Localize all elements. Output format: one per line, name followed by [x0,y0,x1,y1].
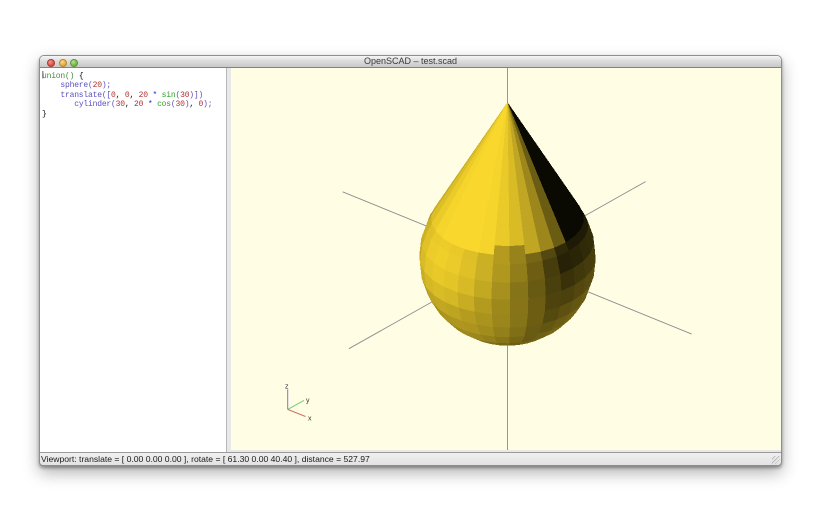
svg-text:x: x [308,416,312,423]
svg-text:z: z [285,384,289,391]
svg-text:y: y [306,398,310,405]
